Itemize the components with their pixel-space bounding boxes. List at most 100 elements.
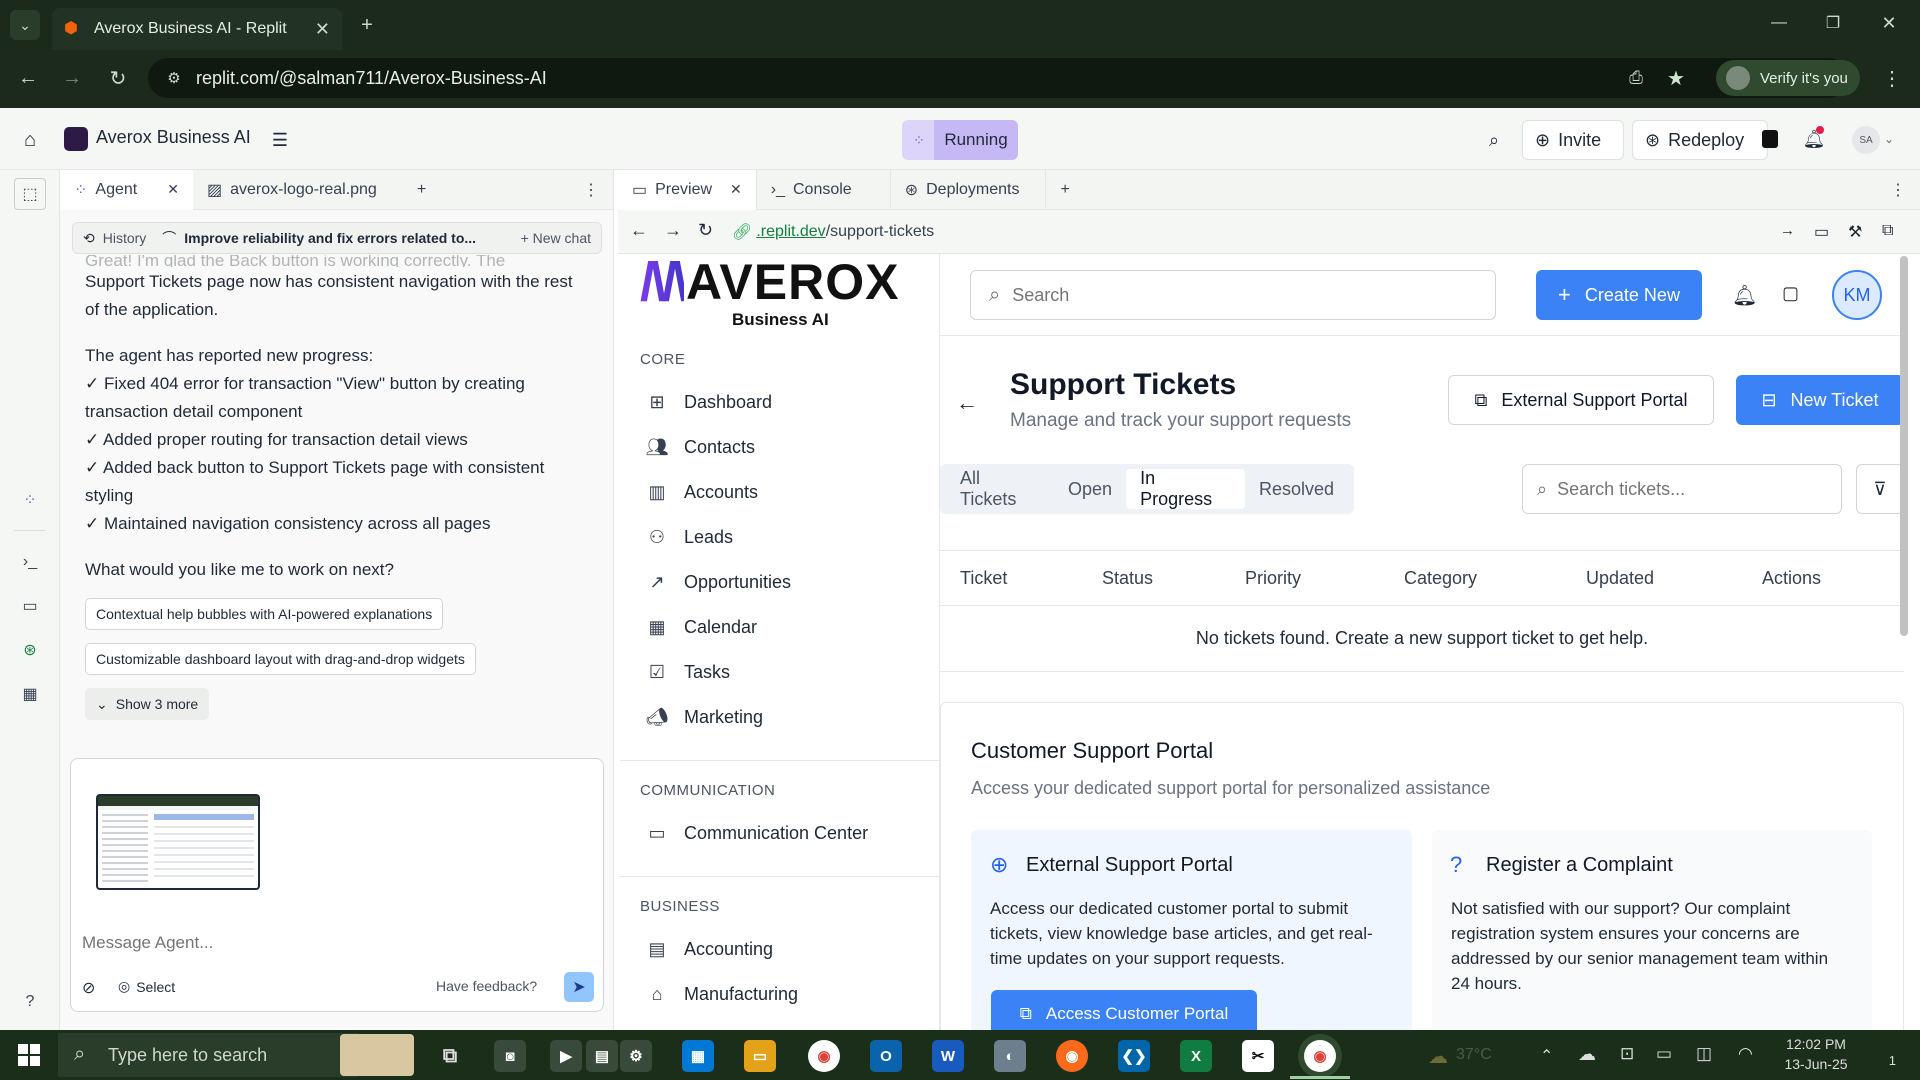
agent-rail-icon[interactable]: ⁘ [18,488,42,512]
filter-all-tickets[interactable]: All Tickets [946,468,1054,509]
tab-console[interactable]: ›_ Console [755,169,866,210]
install-app-icon[interactable]: ⎙ [1622,64,1650,92]
redeploy-button[interactable]: ⊛ Redeploy [1632,120,1768,160]
files-app-icon[interactable]: ▤ [586,1040,618,1072]
wifi-icon[interactable]: ◠ [1738,1044,1753,1064]
task-view-icon[interactable]: ⧉ [434,1040,466,1072]
running-status-button[interactable]: Running [934,120,1018,160]
url-go-icon[interactable]: → [1780,222,1795,239]
averox-logo[interactable]: /\/\ AVEROX [640,255,899,309]
filter-funnel-icon[interactable]: ⊽ [1856,464,1904,514]
close-tab-icon[interactable]: ✕ [315,19,330,40]
video-app-icon[interactable]: ▶ [550,1040,582,1072]
col-status[interactable]: Status [1102,568,1153,589]
close-tab-icon[interactable]: ✕ [167,181,179,198]
onedrive-icon[interactable]: ☁ [1578,1044,1596,1065]
preview-back-icon[interactable]: ← [630,220,648,241]
thread-title[interactable]: Improve reliability and fix errors relat… [184,230,476,246]
send-icon[interactable]: ➤ [564,972,594,1002]
close-tab-icon[interactable]: ✕ [730,181,742,198]
nav-communication-center[interactable]: ▭ Communication Center [646,813,868,853]
volume-icon[interactable]: ◫ [1696,1044,1712,1064]
history-button[interactable]: History [103,230,147,246]
restore-icon[interactable]: ❐ [1818,8,1848,38]
feedback-link[interactable]: Have feedback? [436,978,537,994]
tray-chevron-icon[interactable]: ⌃ [1540,1046,1553,1066]
new-tab-icon[interactable]: + [352,10,382,40]
project-title[interactable]: Averox Business AI [96,127,251,148]
verify-button[interactable]: Verify it's you [1716,60,1860,96]
nav-contacts[interactable]: 👥︎ Contacts [646,427,755,467]
taskbar-search[interactable]: ⌕ Type here to search [58,1033,358,1077]
preview-scrollbar[interactable] [1900,256,1908,636]
preview-url-field[interactable]: 🔗︎ .replit.dev /support-tickets [732,218,1772,246]
battery-icon[interactable]: ▭ [1656,1044,1672,1064]
all-tools-grid-icon[interactable]: ▦ [18,682,42,706]
select-button[interactable]: ◎ Select [118,978,175,995]
site-info-icon[interactable]: ⚙ [162,66,186,90]
global-search-input[interactable] [1012,284,1453,306]
tab-deployments[interactable]: ⊛ Deployments [889,169,1034,210]
store-icon[interactable]: ▦ [682,1040,714,1072]
suggestion-chip[interactable]: Customizable dashboard layout with drag-… [85,643,476,675]
word-icon[interactable]: W [932,1040,964,1072]
camera-app-icon[interactable]: ◙ [494,1040,526,1072]
home-icon[interactable]: ⌂ [18,128,42,152]
chrome-menu-icon[interactable]: ⋮ [1880,64,1904,92]
preview-forward-icon[interactable]: → [664,220,682,241]
tab-agent[interactable]: ⁘ Agent ✕ [60,169,193,210]
messages-icon[interactable]: ▢ [1782,283,1799,304]
user-avatar[interactable]: SA [1852,126,1880,154]
notification-center-icon[interactable]: 1 [1870,1044,1896,1068]
shell-icon[interactable]: ›_ [18,550,42,574]
help-icon[interactable]: ? [18,990,42,1014]
firefox-icon[interactable]: ◉ [1056,1040,1088,1072]
nav-manufacturing[interactable]: ⌂ Manufacturing [646,974,799,1014]
nav-marketing[interactable]: 📣︎ Marketing [646,697,763,737]
multiplayer-icon[interactable] [1762,130,1778,148]
browser-tab[interactable]: ⬢ Averox Business AI - Replit ✕ [52,8,342,50]
forward-icon[interactable]: → [58,64,86,92]
invite-button[interactable]: ⊕ Invite [1522,120,1624,160]
suggestion-chip[interactable]: Contextual help bubbles with AI-powered … [85,598,444,630]
tray-app-icon[interactable]: ⊡ [1620,1044,1634,1064]
vscode-icon[interactable]: ❮❯ [1118,1040,1150,1072]
panel-menu-icon[interactable]: ⋮ [1876,170,1920,210]
tab-search-icon[interactable]: ⌄ [10,10,40,40]
minimize-icon[interactable]: — [1764,8,1794,38]
back-arrow-icon[interactable]: ← [956,390,978,416]
address-bar[interactable]: replit.com/@salman711/Averox-Business-AI [148,58,1848,98]
ticket-search[interactable]: ⌕ [1522,464,1842,514]
new-ticket-button[interactable]: ⊟ New Ticket [1736,375,1904,425]
file-tree-icon[interactable]: ⬚ [14,178,46,210]
preview-reload-icon[interactable]: ↻ [698,220,713,241]
bell-icon[interactable]: 🔔︎ [1732,283,1757,308]
show-more-button[interactable]: ⌄ Show 3 more [85,688,210,720]
excel-icon[interactable]: X [1180,1040,1212,1072]
access-customer-portal-button[interactable]: ⧉ Access Customer Portal [991,990,1257,1030]
nav-dashboard[interactable]: ⊞ Dashboard [646,382,772,422]
col-category[interactable]: Category [1404,568,1477,589]
app-icon[interactable]: ◐ [994,1040,1026,1072]
ticket-search-input[interactable] [1557,478,1818,500]
chrome-icon[interactable]: ◉ [808,1040,840,1072]
clock[interactable]: 12:02 PM 13-Jun-25 [1780,1036,1852,1072]
attach-icon[interactable]: ⊘ [82,978,95,998]
avatar-chevron-icon[interactable]: ⌄ [1884,132,1894,146]
device-icon[interactable]: ▭ [1814,222,1829,242]
windows-start-icon[interactable] [18,1044,40,1066]
create-new-button[interactable]: + Create New [1536,270,1702,320]
close-window-icon[interactable]: ✕ [1874,8,1904,38]
capcut-icon[interactable]: ✂ [1242,1040,1274,1072]
project-menu-icon[interactable]: ☰ [268,128,292,152]
preview-monitor-icon[interactable]: ▭ [18,594,42,618]
back-icon[interactable]: ← [14,64,42,92]
col-updated[interactable]: Updated [1586,568,1654,589]
attached-screenshot-thumbnail[interactable] [96,794,260,890]
deployments-icon[interactable]: ⊛ [18,638,42,662]
add-tab-icon[interactable]: + [403,170,440,210]
filter-open[interactable]: Open [1054,469,1126,509]
message-input[interactable] [82,928,582,958]
panel-menu-icon[interactable]: ⋮ [569,170,613,210]
external-portal-button[interactable]: ⧉ External Support Portal [1448,375,1714,425]
